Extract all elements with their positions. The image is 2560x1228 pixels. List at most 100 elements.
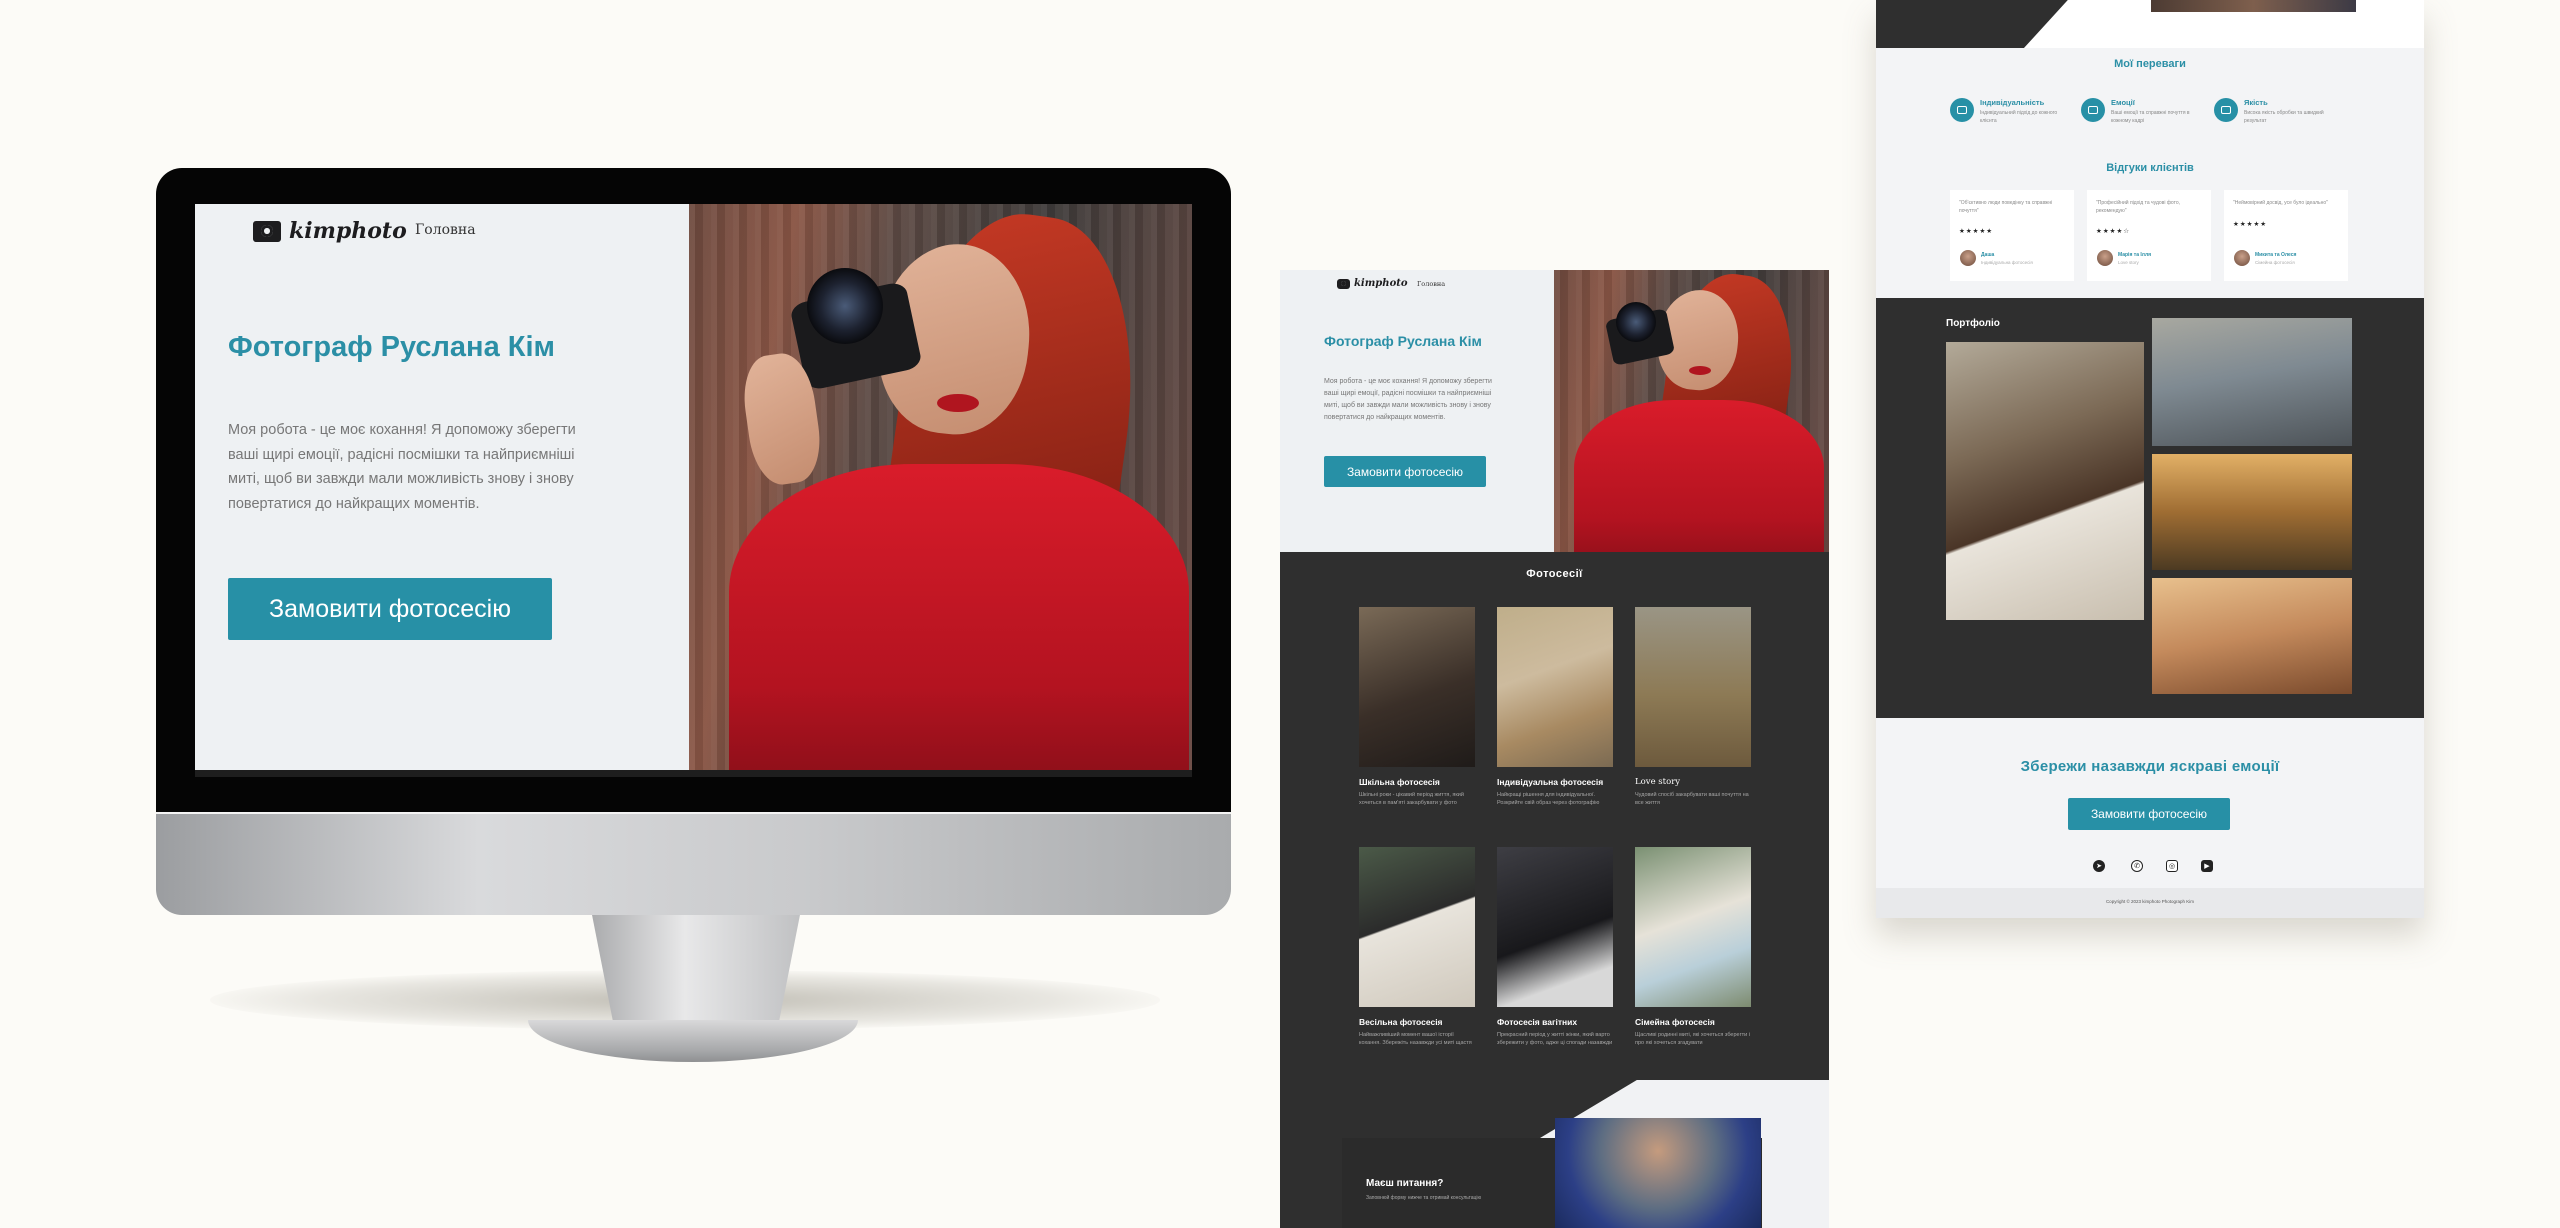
card-title: Сімейна фотосесія <box>1635 1017 1715 1027</box>
wedding-photo <box>1359 847 1475 1007</box>
review-quote: "Неймовірний досвід, усе було ідеально" <box>2233 200 2328 206</box>
review-role: Love story <box>2118 260 2139 265</box>
review-card: "Неймовірний досвід, усе було ідеально" … <box>2224 190 2348 281</box>
hero-text: Моя робота - це моє кохання! Я допоможу … <box>228 422 576 512</box>
review-name: Даша <box>1981 252 1995 258</box>
session-card[interactable]: Весільна фотосесія Найважливіший момент … <box>1359 847 1475 1048</box>
adv-desc: Висока якість обробки та швидкий результ… <box>2244 110 2324 124</box>
cta-title: Збережи назавжди яскраві емоції <box>2020 758 2280 775</box>
card-title: Love story <box>1635 777 1681 787</box>
card-title: Шкільна фотосесія <box>1359 777 1440 787</box>
imac-chin <box>156 812 1231 915</box>
review-name: Микита та Олеся <box>2255 252 2297 258</box>
mid-logo[interactable]: kimphoto <box>1337 278 1408 289</box>
session-card[interactable]: Love story Чудовий спосіб закарбувати ва… <box>1635 607 1751 808</box>
review-name: Марія та Ілля <box>2118 252 2152 258</box>
review-card: "Професійний підхід та чудові фото, реко… <box>2087 190 2211 281</box>
review-stars: ★★★★★ <box>1959 228 1994 235</box>
advantage-item: Емоції Ваші емоції та справжні почуття в… <box>2081 98 2191 125</box>
card-desc: Шкільні роки - цікавий період життя, яки… <box>1359 792 1464 807</box>
hero-photo <box>689 204 1192 770</box>
review-quote: "Об'єктивно люди поведінку та справжні п… <box>1959 200 2053 214</box>
review-role: Сімейна фотосесія <box>2255 260 2295 265</box>
avatar <box>2097 250 2113 266</box>
session-card[interactable]: Фотосесія вагітних Прекрасний період у ж… <box>1497 847 1613 1048</box>
top-strip <box>1876 0 2424 48</box>
mid-logo-text: kimphoto <box>1354 278 1408 289</box>
imac-stand-foot <box>528 1020 858 1062</box>
review-quote: "Професійний підхід та чудові фото, реко… <box>2096 200 2181 214</box>
mid-hero: kimphoto Головна Фотограф Руслана Кім Мо… <box>1280 270 1829 552</box>
advantage-item: Якість Висока якість обробки та швидкий … <box>2214 98 2324 125</box>
advantages-title: Мої переваги <box>2114 58 2186 70</box>
telegram-icon[interactable]: ➤ <box>2093 860 2105 872</box>
adv-desc: Індивідуальний підхід до кожного клієнта <box>1980 110 2058 124</box>
adv-title: Якість <box>2244 98 2268 107</box>
advantage-item: Індивідуальність Індивідуальний підхід д… <box>1950 98 2060 125</box>
camera-icon <box>1337 278 1350 289</box>
camera-icon <box>253 220 281 242</box>
mid-hero-text: Моя робота - це моє кохання! Я допоможу … <box>1324 378 1492 421</box>
review-card: "Об'єктивно люди поведінку та справжні п… <box>1950 190 2074 281</box>
adv-desc: Ваші емоції та справжні почуття в кожном… <box>2111 110 2190 124</box>
school-photo <box>1359 607 1475 767</box>
youtube-icon[interactable]: ▶ <box>2201 860 2213 872</box>
card-desc: Найкращі рішення для індивідуальної. Роз… <box>1497 792 1600 807</box>
session-card[interactable]: Шкільна фотосесія Шкільні роки - цікавий… <box>1359 607 1475 808</box>
portfolio-photo-group[interactable] <box>2152 318 2352 446</box>
family-photo <box>1635 847 1751 1007</box>
site-preview-middle: kimphoto Головна Фотограф Руслана Кім Мо… <box>1280 270 1829 1228</box>
sessions-title: Фотосесії <box>1526 568 1583 580</box>
card-desc: Чудовий спосіб закарбувати ваші почуття … <box>1635 792 1749 807</box>
avatar <box>2234 250 2250 266</box>
adv-title: Емоції <box>2111 98 2135 107</box>
camera-icon <box>2081 98 2105 122</box>
portfolio-photo-sunset[interactable] <box>2152 454 2352 570</box>
contact-subtitle: Заповнюй форму нижче та отримай консульт… <box>1366 1195 1482 1201</box>
hero-title: Фотограф Руслана Кім <box>228 331 555 363</box>
pregnancy-photo <box>1497 847 1613 1007</box>
portfolio-title: Портфоліо <box>1946 318 2000 329</box>
card-title: Весільна фотосесія <box>1359 1017 1443 1027</box>
card-title: Індивідуальна фотосесія <box>1497 777 1604 787</box>
session-card[interactable]: Індивідуальна фотосесія Найкращі рішення… <box>1497 607 1613 808</box>
image-icon <box>2214 98 2238 122</box>
contact-photo <box>1555 1118 1761 1228</box>
session-card[interactable]: Сімейна фотосесія Щасливі родинні миті, … <box>1635 847 1751 1048</box>
site-preview-right: Мої переваги Індивідуальність Індивідуал… <box>1876 0 2424 918</box>
contact-title: Маєш питання? <box>1366 1178 1444 1189</box>
avatar <box>1960 250 1976 266</box>
imac-screen-bottom-strip <box>195 770 1192 777</box>
review-stars: ★★★★☆ <box>2096 228 2131 235</box>
love-story-photo <box>1635 607 1751 767</box>
footer-copyright: Copyright © 2023 kimphoto Photograph Kim <box>1876 888 2424 918</box>
contact-section <box>1280 1080 1829 1228</box>
mid-order-button[interactable]: Замовити фотосесію <box>1324 456 1486 487</box>
reviews-title: Відгуки клієнтів <box>2106 162 2194 174</box>
portfolio-photo-family[interactable] <box>2152 578 2352 694</box>
cta-section: Збережи назавжди яскраві емоції Замовити… <box>1876 718 2424 888</box>
review-stars: ★★★★★ <box>2233 220 2268 228</box>
cta-order-button[interactable]: Замовити фотосесію <box>2068 798 2230 830</box>
card-desc: Прекрасний період у житті жінки, який ва… <box>1497 1032 1613 1047</box>
individual-photo <box>1497 607 1613 767</box>
portrait-icon <box>1950 98 1974 122</box>
mid-hero-title: Фотограф Руслана Кім <box>1324 333 1482 349</box>
site-logo[interactable]: kimphoto <box>253 218 407 244</box>
card-title: Фотосесія вагітних <box>1497 1017 1578 1027</box>
card-desc: Найважливіший момент вашої історії кохан… <box>1359 1032 1472 1047</box>
card-desc: Щасливі родинні миті, які хочеться збере… <box>1635 1032 1750 1047</box>
adv-title: Індивідуальність <box>1980 98 2045 107</box>
nav-home-link[interactable]: Головна <box>415 222 476 238</box>
review-role: Індивідуальна фотосесія <box>1981 260 2033 265</box>
mid-nav-home-link[interactable]: Головна <box>1417 280 1445 288</box>
order-photoshoot-button[interactable]: Замовити фотосесію <box>228 578 552 640</box>
portfolio-section: Портфоліо <box>1876 298 2424 718</box>
instagram-icon[interactable]: ◎ <box>2166 860 2178 872</box>
viber-icon[interactable]: ✆ <box>2131 860 2143 872</box>
logo-text: kimphoto <box>289 218 407 244</box>
hero-left-panel: kimphoto Головна Фотограф Руслана Кім Мо… <box>195 204 689 770</box>
imac-stand-neck <box>592 915 800 1030</box>
portfolio-photo-couple[interactable] <box>1946 342 2144 620</box>
imac-screen: kimphoto Головна Фотограф Руслана Кім Мо… <box>195 204 1192 770</box>
